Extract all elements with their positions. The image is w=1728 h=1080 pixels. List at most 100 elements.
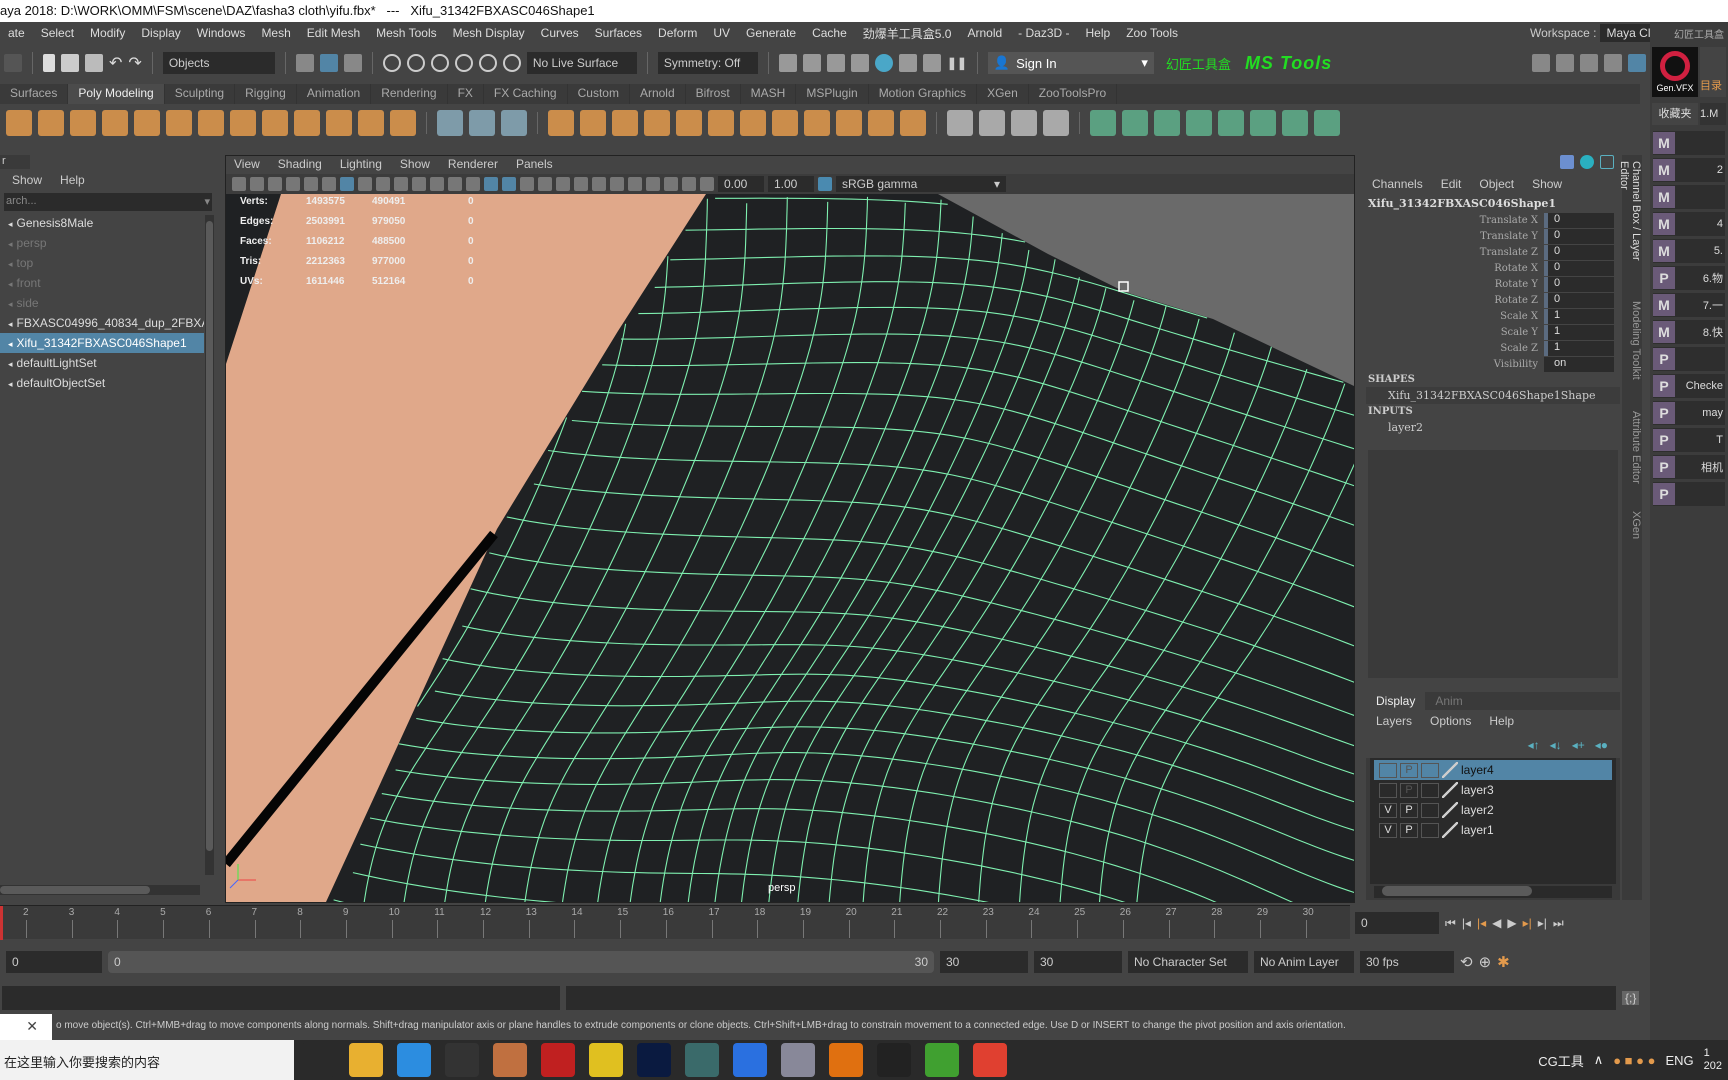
shelf-tab[interactable]: Bifrost [686, 84, 741, 104]
genvfx-logo[interactable]: Gen.VFX [1652, 47, 1698, 97]
tool-button[interactable]: M 5. [1653, 239, 1725, 263]
svg-icon[interactable] [390, 110, 416, 136]
zbrush-icon[interactable] [877, 1043, 911, 1077]
shelf-tab[interactable]: Custom [568, 84, 630, 104]
xray-icon[interactable] [646, 177, 660, 191]
wireframe-icon[interactable] [466, 177, 480, 191]
go-to-end-icon[interactable]: ⏭ [1553, 916, 1564, 931]
taskbar-search-input[interactable]: 在这里输入你要搜索的内容 [0, 1040, 294, 1080]
menu-item[interactable]: Select [33, 26, 82, 40]
cube-icon[interactable] [38, 110, 64, 136]
channel-value-field[interactable]: 0 [1544, 228, 1614, 244]
extrude-icon[interactable] [804, 110, 830, 136]
viewport-menu-item[interactable]: Panels [516, 157, 553, 173]
shelf-tab[interactable]: Rendering [371, 84, 448, 104]
cylinder-icon[interactable] [70, 110, 96, 136]
step-back-frame-icon[interactable]: |◂ [1477, 916, 1486, 930]
viewport-menu-item[interactable]: View [234, 157, 260, 173]
undo-icon[interactable]: ↶ [109, 53, 122, 73]
outliner-item[interactable]: ◂ front [0, 273, 204, 293]
smooth-icon[interactable] [676, 110, 702, 136]
new-layer-icon[interactable]: ◂+ [1572, 738, 1585, 752]
layer-color-swatch[interactable] [1442, 822, 1458, 838]
plane-icon[interactable] [166, 110, 192, 136]
chrome-icon[interactable] [397, 1043, 431, 1077]
layer-editor-tab[interactable]: Display [1366, 692, 1426, 710]
tool-button[interactable]: M 8.快 [1653, 320, 1725, 344]
grid-icon[interactable] [340, 177, 354, 191]
snap-curve-icon[interactable] [406, 54, 425, 72]
shelf-tab[interactable]: Poly Modeling [68, 84, 165, 104]
playback-toggle[interactable]: P [1400, 822, 1418, 838]
menu-item[interactable]: Help [1078, 26, 1119, 40]
channel-row[interactable]: Scale Z 1 [1366, 340, 1620, 356]
outliner-item[interactable]: ◂ defaultObjectSet [0, 373, 204, 393]
outliner-menu-help[interactable]: Help [60, 173, 85, 187]
textured-icon[interactable] [520, 177, 534, 191]
pyramid-icon[interactable] [262, 110, 288, 136]
sign-in-button[interactable]: 👤 Sign In ▾ [987, 52, 1154, 74]
smooth-shade-icon[interactable] [484, 177, 498, 191]
camtasia-red-icon[interactable] [973, 1043, 1007, 1077]
move-layer-down-icon[interactable]: ◂↓ [1550, 738, 1562, 752]
ms-tools-button[interactable]: MS Tools [1245, 53, 1332, 74]
channel-row[interactable]: Rotate Z 0 [1366, 292, 1620, 308]
step-back-key-icon[interactable]: |◂ [1462, 916, 1471, 930]
tool-button[interactable]: P Checke [1653, 374, 1725, 398]
tool-button[interactable]: P [1653, 482, 1725, 506]
visibility-toggle[interactable]: V [1379, 802, 1397, 818]
vertical-tab[interactable]: Attribute Editor [1622, 405, 1642, 505]
fps-dropdown[interactable]: 30 fps [1360, 951, 1454, 973]
step-forward-key-icon[interactable]: ▸| [1538, 916, 1547, 930]
menu-set-dropdown[interactable] [4, 54, 22, 72]
select-component-icon[interactable] [343, 54, 362, 72]
shelf-tab[interactable]: XGen [977, 84, 1029, 104]
hypershade-icon[interactable] [874, 54, 893, 72]
platonic-icon[interactable] [230, 110, 256, 136]
shelf-tab[interactable]: FX [448, 84, 484, 104]
channel-row[interactable]: Translate X 0 [1366, 212, 1620, 228]
obs-icon[interactable] [445, 1043, 479, 1077]
shelf-tab[interactable]: FX Caching [484, 84, 568, 104]
outliner-h-scrollbar[interactable] [0, 885, 200, 895]
playback-toggle[interactable]: P [1400, 762, 1418, 778]
auto-key-icon[interactable]: ⊕ [1479, 953, 1492, 971]
tool-button[interactable]: M [1653, 131, 1725, 155]
layer-color-swatch[interactable] [1442, 782, 1458, 798]
field-chart-icon[interactable] [412, 177, 426, 191]
uv-editor-icon[interactable] [1218, 110, 1244, 136]
lock-camera-icon[interactable] [250, 177, 264, 191]
play-forward-icon[interactable]: ▶ [1507, 916, 1516, 930]
manipulator-icon[interactable] [1560, 155, 1574, 169]
resolution-gate-icon[interactable] [376, 177, 390, 191]
anim-layer-dropdown[interactable]: No Anim Layer [1254, 951, 1354, 973]
channel-value-field[interactable]: 1 [1544, 340, 1614, 356]
new-scene-icon[interactable] [43, 54, 55, 72]
outliner-item[interactable]: ◂FBXASC04996_40834_dup_2FBXASC046 [0, 313, 204, 333]
attribute-editor-icon[interactable] [1580, 54, 1598, 72]
outliner-search-input[interactable]: arch... ▾ [4, 193, 212, 211]
visibility-toggle[interactable]: V [1379, 822, 1397, 838]
2d-pan-icon[interactable] [304, 177, 318, 191]
channel-row[interactable]: Translate Z 0 [1366, 244, 1620, 260]
channel-row[interactable]: Visibility on [1366, 356, 1620, 372]
close-icon[interactable]: ✕ [0, 1014, 52, 1040]
playback-end-field[interactable]: 30 [1034, 951, 1122, 973]
shadows-icon[interactable] [556, 177, 570, 191]
tool-settings-icon[interactable] [1604, 54, 1622, 72]
isolate-select-icon[interactable] [628, 177, 642, 191]
move-layer-up-icon[interactable]: ◂↑ [1528, 738, 1540, 752]
render-frame-icon[interactable] [802, 54, 821, 72]
tray-icons[interactable]: ● ■ ● ● [1613, 1053, 1655, 1068]
channel-menu-item[interactable]: Object [1479, 177, 1514, 191]
loop-icon[interactable]: ⟲ [1460, 953, 1473, 971]
light-editor-icon[interactable] [922, 54, 941, 72]
tool-button[interactable]: M2 [1653, 158, 1725, 182]
netease-icon[interactable] [541, 1043, 575, 1077]
time-slider[interactable]: 2 3 4 5 6 7 8 9 10 11 12 13 14 15 16 17 18 19 20 21 22 23 24 25… [0, 905, 1350, 940]
app-avatar-icon[interactable] [493, 1043, 527, 1077]
render-view-icon[interactable] [778, 54, 797, 72]
camtasia-green-icon[interactable] [925, 1043, 959, 1077]
vertical-tab[interactable]: XGen [1622, 505, 1642, 605]
menu-item[interactable]: Zoo Tools [1118, 26, 1186, 40]
